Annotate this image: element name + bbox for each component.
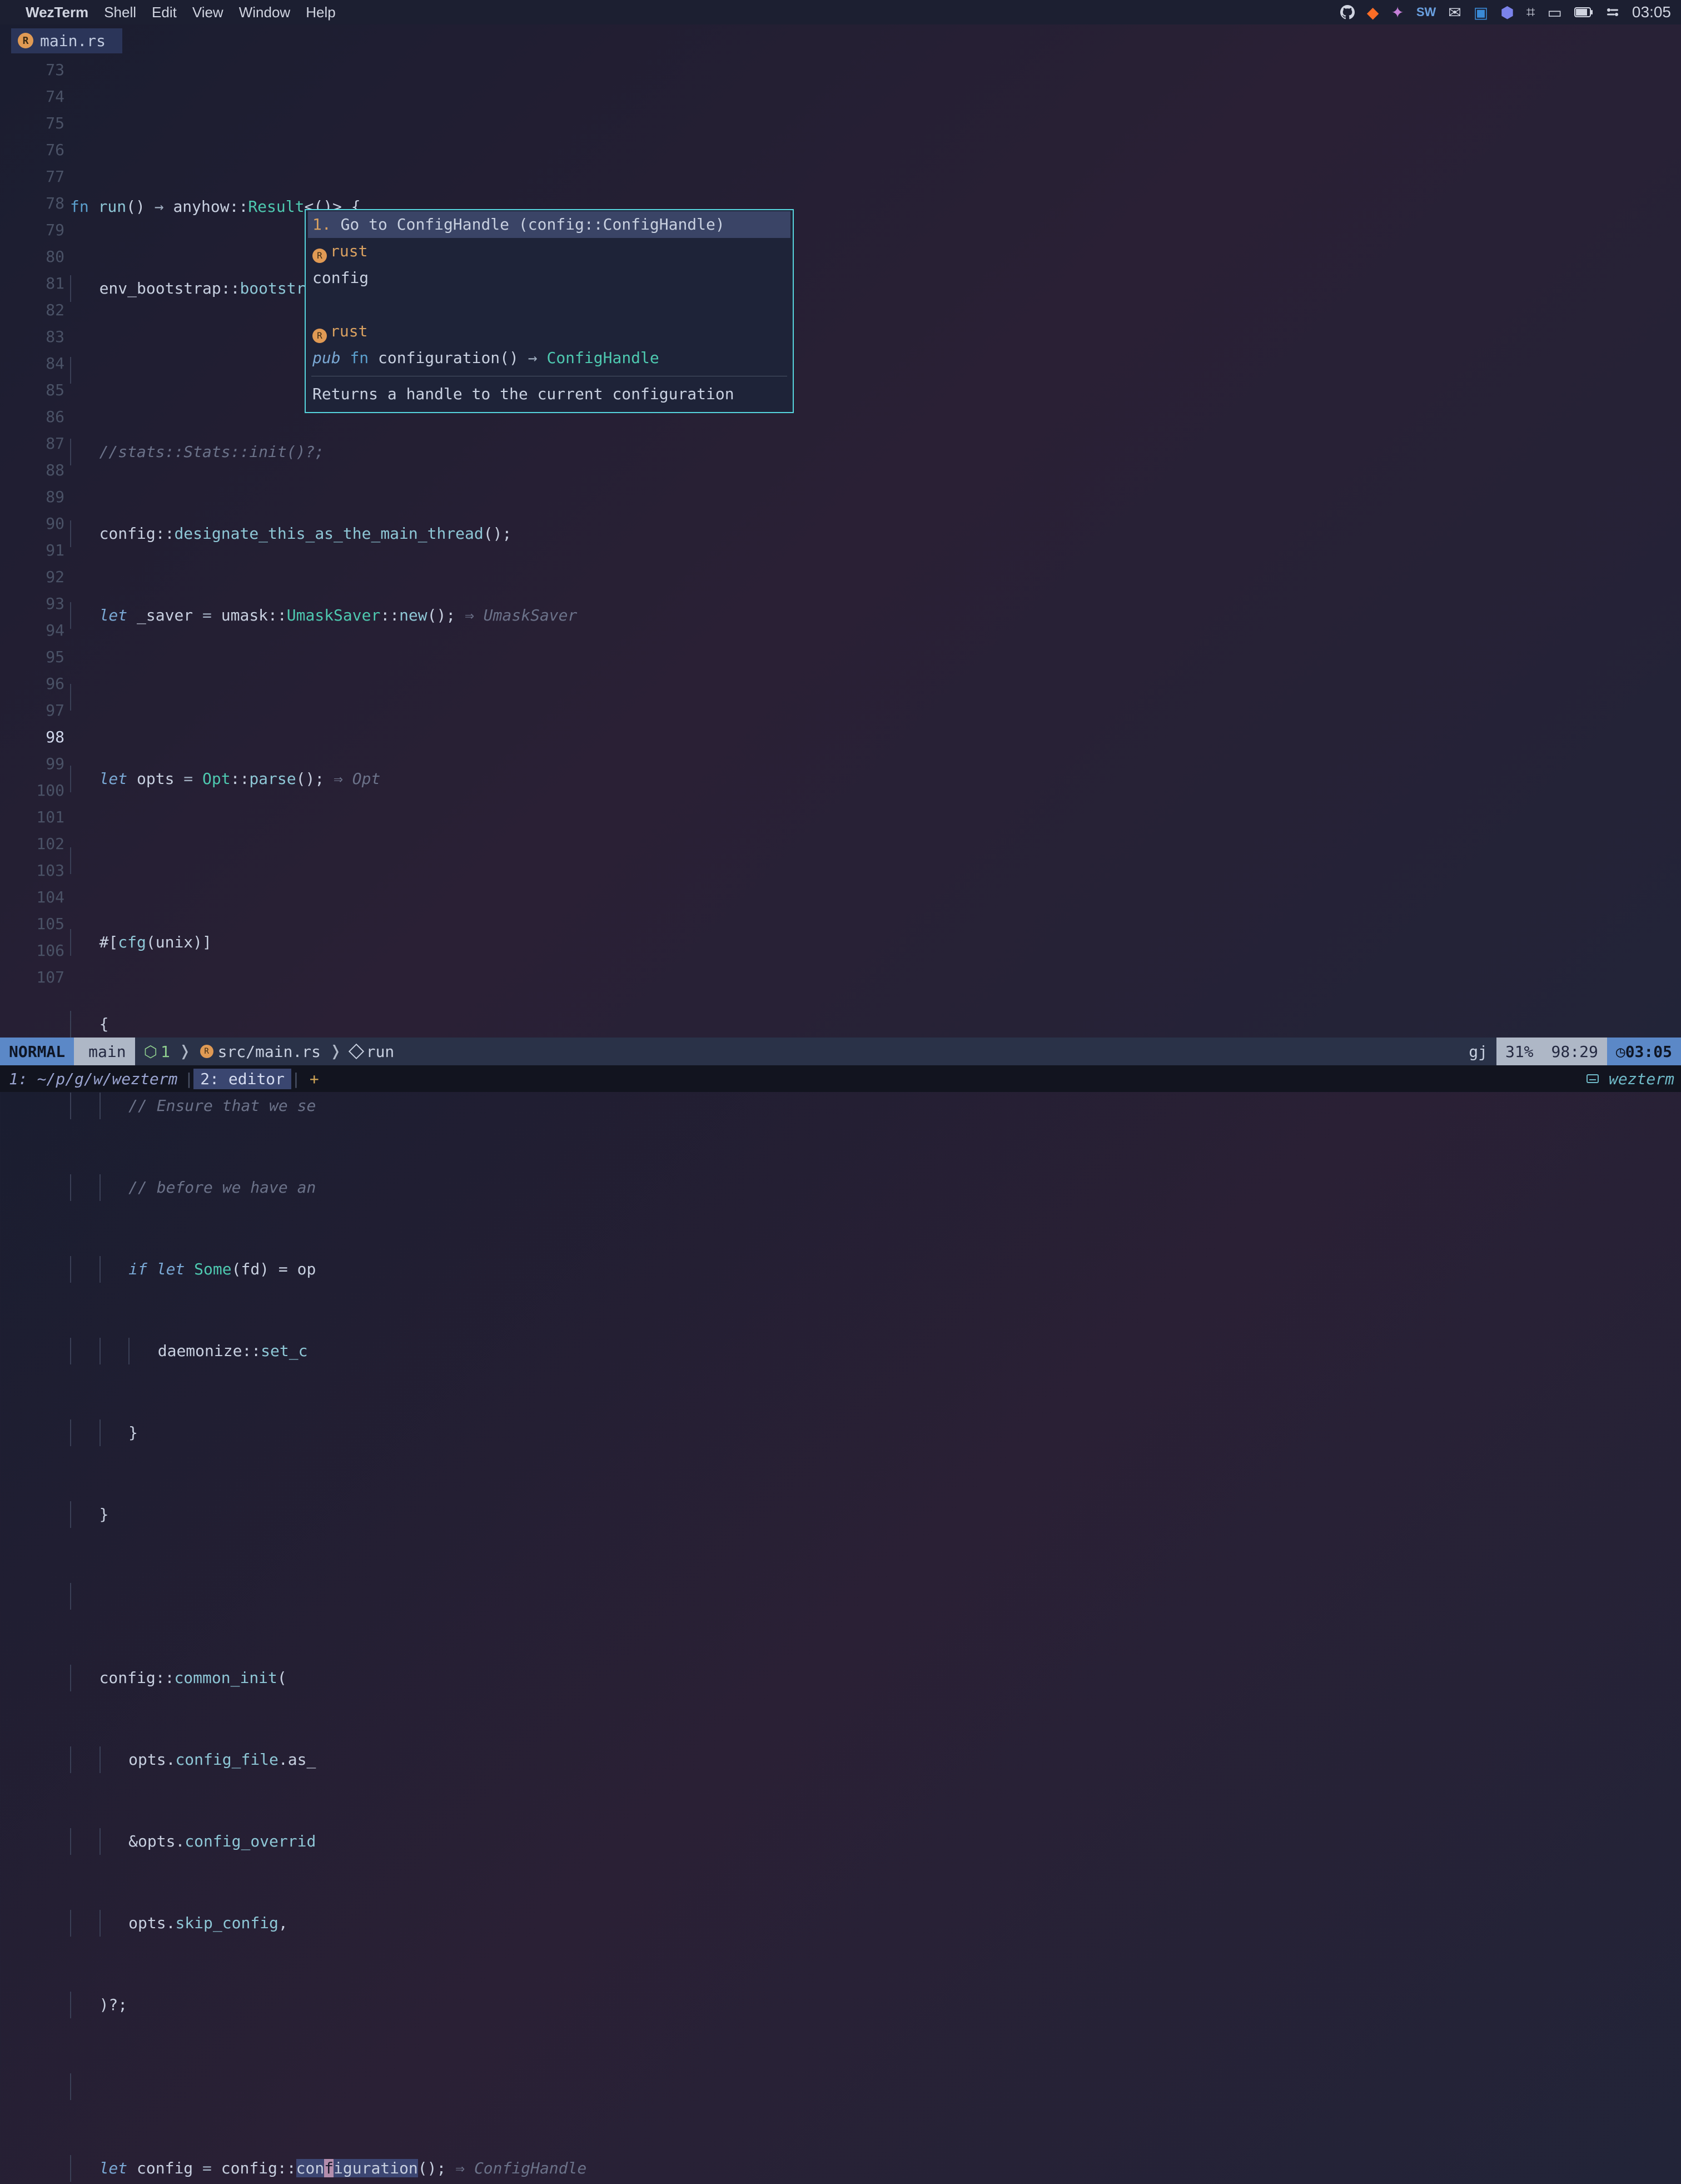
tmux-window-1[interactable]: 1: ~/p/g/w/wezterm: [2, 1070, 184, 1088]
line-number: 75: [0, 110, 64, 137]
battery-icon[interactable]: [1574, 7, 1593, 17]
separator-icon: ❭: [179, 1040, 191, 1063]
popup-lang-label: Rrust: [308, 238, 790, 265]
lsp-hover-popup[interactable]: 1. Go to ConfigHandle (config::ConfigHan…: [305, 209, 794, 413]
line-number: 82: [0, 297, 64, 324]
highlight-pre: con: [296, 2159, 325, 2177]
cursor: f: [324, 2159, 334, 2177]
line-number: 89: [0, 484, 64, 510]
popup-reference-item[interactable]: 1. Go to ConfigHandle (config::ConfigHan…: [308, 211, 790, 238]
line-number: 78: [0, 190, 64, 217]
mode-indicator: NORMAL: [0, 1038, 74, 1065]
macos-menubar: WezTerm Shell Edit View Window Help ◆ ✦ …: [0, 0, 1681, 24]
git-branch: main: [74, 1038, 135, 1065]
separator-icon: ❭: [330, 1040, 342, 1063]
gitlab-icon[interactable]: ◆: [1367, 3, 1379, 22]
slack-icon[interactable]: ⌗: [1526, 3, 1535, 22]
menubar-item-window[interactable]: Window: [239, 4, 290, 21]
line-number: 105: [0, 911, 64, 937]
line-number: 83: [0, 324, 64, 350]
line-number: 99: [0, 751, 64, 777]
symbol-breadcrumb: run: [342, 1038, 404, 1065]
line-number: 93: [0, 590, 64, 617]
function-icon: [349, 1044, 364, 1059]
line-number: 84: [0, 350, 64, 377]
line-number: 97: [0, 697, 64, 724]
menubar-item-view[interactable]: View: [192, 4, 223, 21]
tmux-statusline: 1: ~/p/g/w/wezterm | 2: editor | + wezte…: [0, 1065, 1681, 1092]
file-path: Rsrc/main.rs: [191, 1038, 330, 1065]
nvim-statusline: NORMAL main ⬡1 ❭ Rsrc/main.rs ❭ run gj 3…: [0, 1038, 1681, 1065]
line-number: 79: [0, 217, 64, 244]
line-number: 95: [0, 644, 64, 671]
editor-viewport[interactable]: 7374757677787980818283848586878889909192…: [0, 57, 1681, 1038]
puzzle-icon[interactable]: ✦: [1391, 3, 1404, 22]
tmux-hostname: wezterm: [1609, 1070, 1674, 1088]
status-percent: 31%: [1496, 1038, 1543, 1065]
highlight-post: iguration: [334, 2159, 418, 2177]
line-number: 76: [0, 137, 64, 163]
menubar-item-edit[interactable]: Edit: [152, 4, 177, 21]
line-number: 86: [0, 404, 64, 430]
line-number: 74: [0, 83, 64, 110]
line-number: 87: [0, 430, 64, 457]
line-number: 101: [0, 804, 64, 831]
menubar-clock[interactable]: 03:05: [1632, 3, 1671, 21]
line-number: 107: [0, 964, 64, 991]
line-number: 88: [0, 457, 64, 484]
line-number: 73: [0, 57, 64, 83]
line-number: 90: [0, 510, 64, 537]
line-number: 96: [0, 671, 64, 697]
status-position: 98:29: [1543, 1038, 1607, 1065]
mail-icon[interactable]: ✉: [1448, 3, 1461, 22]
display-icon[interactable]: ▭: [1547, 3, 1561, 22]
popup-lang-label: Rrust: [308, 318, 790, 345]
status-clock: ◷03:05: [1607, 1038, 1681, 1065]
sw-icon[interactable]: SW: [1416, 5, 1436, 19]
tmux-session-icon: [1586, 1074, 1599, 1083]
tab-mainrs[interactable]: R main.rs: [11, 28, 122, 53]
tab-label: main.rs: [40, 32, 106, 50]
line-number: 103: [0, 857, 64, 884]
teams-icon[interactable]: ⬢: [1500, 3, 1514, 22]
rust-icon: R: [200, 1045, 213, 1058]
popup-signature: config: [308, 265, 790, 291]
line-number: 104: [0, 884, 64, 911]
rust-icon: R: [312, 249, 327, 263]
line-number: 92: [0, 564, 64, 590]
line-number: 81: [0, 270, 64, 297]
outlook-icon[interactable]: ▣: [1474, 3, 1488, 22]
github-icon[interactable]: [1340, 5, 1355, 19]
wezterm-tabbar: R main.rs: [0, 24, 1681, 57]
popup-doc: Returns a handle to the current configur…: [308, 381, 790, 408]
line-number: 98: [0, 724, 64, 751]
line-number: 91: [0, 537, 64, 564]
diagnostics: ⬡1: [135, 1038, 179, 1065]
hint-icon: ⬡: [144, 1043, 157, 1061]
menubar-item-help[interactable]: Help: [306, 4, 335, 21]
line-number: 102: [0, 831, 64, 857]
menubar-app-name[interactable]: WezTerm: [26, 4, 88, 21]
line-number: 80: [0, 244, 64, 270]
rust-icon: R: [18, 33, 33, 48]
line-number: 85: [0, 377, 64, 404]
menubar-item-shell[interactable]: Shell: [104, 4, 136, 21]
terminal-window: R main.rs 737475767778798081828384858687…: [0, 24, 1681, 1092]
tmux-add-window[interactable]: +: [301, 1070, 328, 1088]
line-number: 106: [0, 937, 64, 964]
tmux-window-2[interactable]: 2: editor: [193, 1069, 291, 1089]
rust-icon: R: [312, 329, 327, 343]
line-number: 94: [0, 617, 64, 644]
status-lastkeys: gj: [1460, 1038, 1496, 1065]
control-center-icon[interactable]: [1605, 7, 1620, 17]
line-number: 100: [0, 777, 64, 804]
clock-icon: ◷: [1616, 1043, 1625, 1061]
popup-full-signature: pub fn configuration() → ConfigHandle: [308, 345, 790, 371]
gutter: 7374757677787980818283848586878889909192…: [0, 57, 64, 991]
line-number: 77: [0, 163, 64, 190]
